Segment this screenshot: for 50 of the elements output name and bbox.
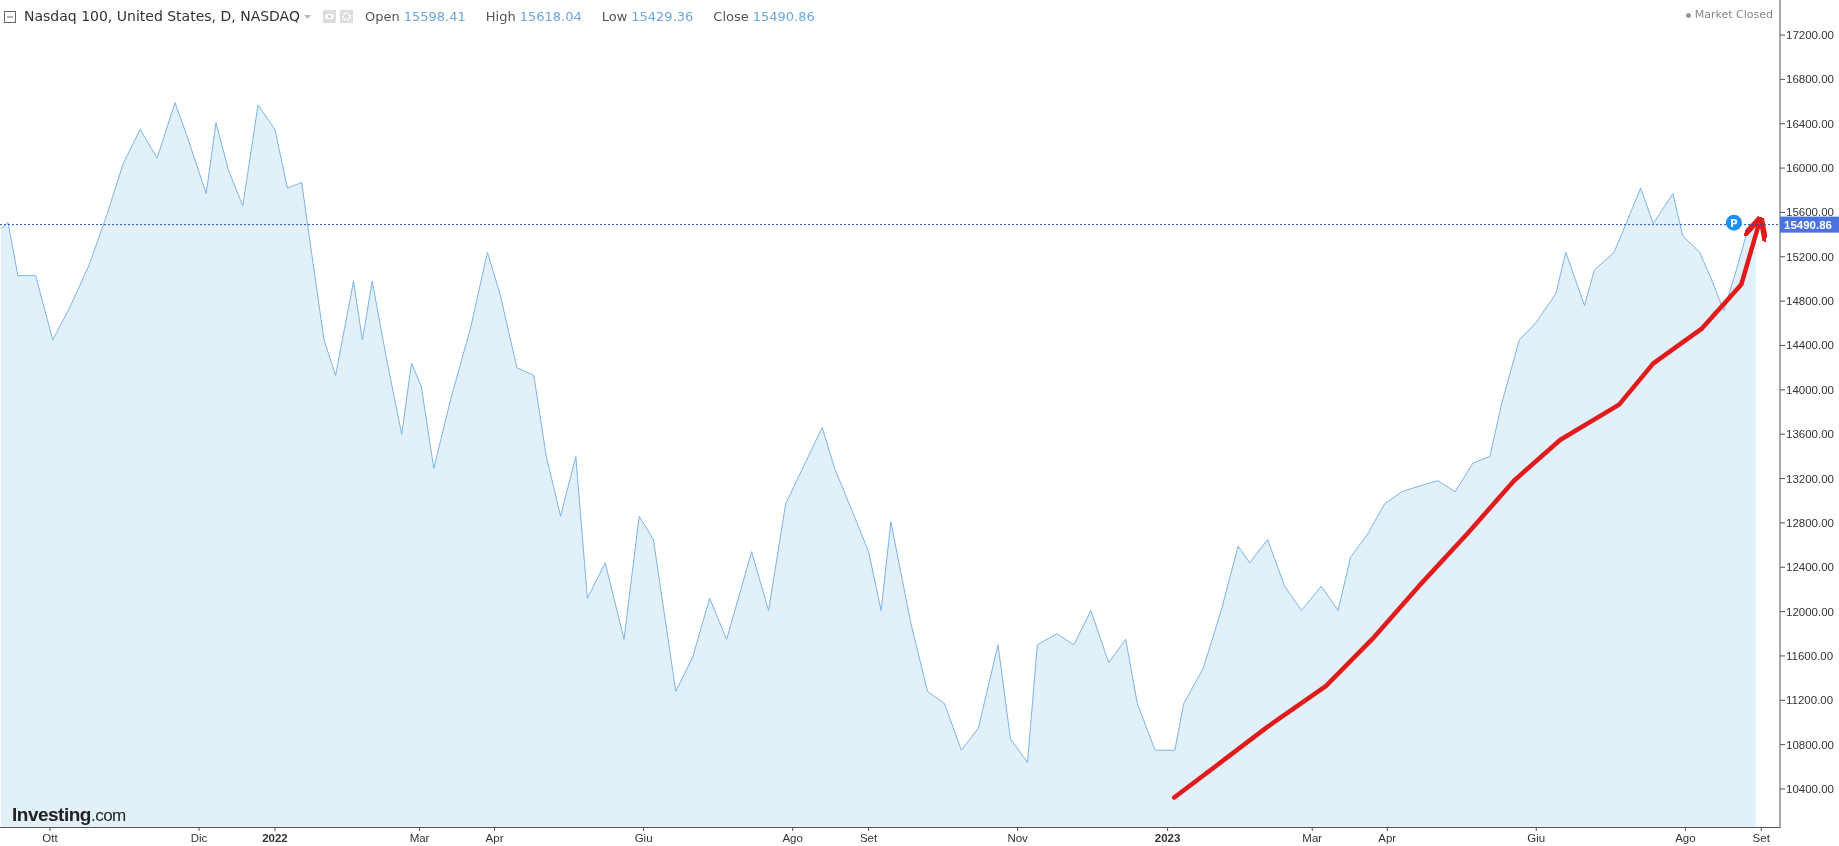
x-axis-label: Apr xyxy=(485,832,504,844)
brand-logo: Investing.com xyxy=(12,803,126,827)
x-axis-label: Set xyxy=(859,832,878,844)
y-axis-label: 11200.00 xyxy=(1786,694,1834,707)
x-axis-label: Mar xyxy=(1302,832,1323,844)
status-dot-icon xyxy=(1685,12,1691,18)
ohlc-value: 15490.86 xyxy=(752,7,815,26)
y-axis-label: 12000.00 xyxy=(1786,605,1834,618)
ohlc-value: 15429.36 xyxy=(631,7,694,26)
x-axis-label: Ago xyxy=(782,832,803,844)
y-axis-label: 13600.00 xyxy=(1786,428,1834,441)
y-axis-label: 17200.00 xyxy=(1786,29,1834,42)
x-axis-label: Apr xyxy=(1378,832,1397,844)
x-axis-label: Ago xyxy=(1675,832,1696,844)
caret-icon[interactable] xyxy=(304,14,311,19)
ohlc-label: High xyxy=(485,7,516,26)
y-axis-label: 12800.00 xyxy=(1786,516,1834,529)
ohlc-value: 15598.41 xyxy=(403,7,466,26)
y-axis-label: 15600.00 xyxy=(1786,206,1834,219)
y-axis-label: 16800.00 xyxy=(1786,73,1834,86)
x-axis-label: Giu xyxy=(1527,832,1546,844)
x-axis-label: Ott xyxy=(42,832,58,844)
collapse-icon[interactable] xyxy=(4,10,16,23)
x-axis-label: Nov xyxy=(1007,832,1028,844)
ohlc-label: Low xyxy=(601,7,628,26)
x-axis-label: Set xyxy=(1752,832,1770,844)
ohlc-label: Open xyxy=(365,7,400,26)
ohlc-label: Close xyxy=(713,7,749,26)
y-axis-label: 11600.00 xyxy=(1786,649,1834,662)
x-axis-label: Giu xyxy=(634,832,653,844)
y-axis-label: 10800.00 xyxy=(1786,738,1834,751)
market-status: Market Closed xyxy=(1694,7,1773,23)
x-axis-label: Dic xyxy=(190,832,208,844)
y-axis-label: 13200.00 xyxy=(1786,472,1834,485)
y-axis-label: 14400.00 xyxy=(1786,339,1834,352)
last-price-label: 15490.86 xyxy=(1780,216,1839,233)
y-axis-label: 16400.00 xyxy=(1786,117,1834,130)
y-axis-label: 16000.00 xyxy=(1786,162,1834,175)
y-axis-label: 12400.00 xyxy=(1786,561,1834,574)
x-axis-label: 2023 xyxy=(1154,832,1181,844)
y-axis-label: 14000.00 xyxy=(1786,383,1834,396)
x-axis-label: 2022 xyxy=(262,832,288,844)
settings-icon[interactable] xyxy=(340,10,353,23)
y-axis-label: 14800.00 xyxy=(1786,295,1834,308)
y-axis-label: 15200.00 xyxy=(1786,250,1834,263)
x-axis-label: Mar xyxy=(409,832,430,844)
ohlc-value: 15618.04 xyxy=(519,7,582,26)
eye-icon[interactable] xyxy=(323,10,336,23)
symbol-title[interactable]: Nasdaq 100, United States, D, NASDAQ xyxy=(24,6,300,27)
y-axis-label: 10400.00 xyxy=(1786,782,1834,795)
